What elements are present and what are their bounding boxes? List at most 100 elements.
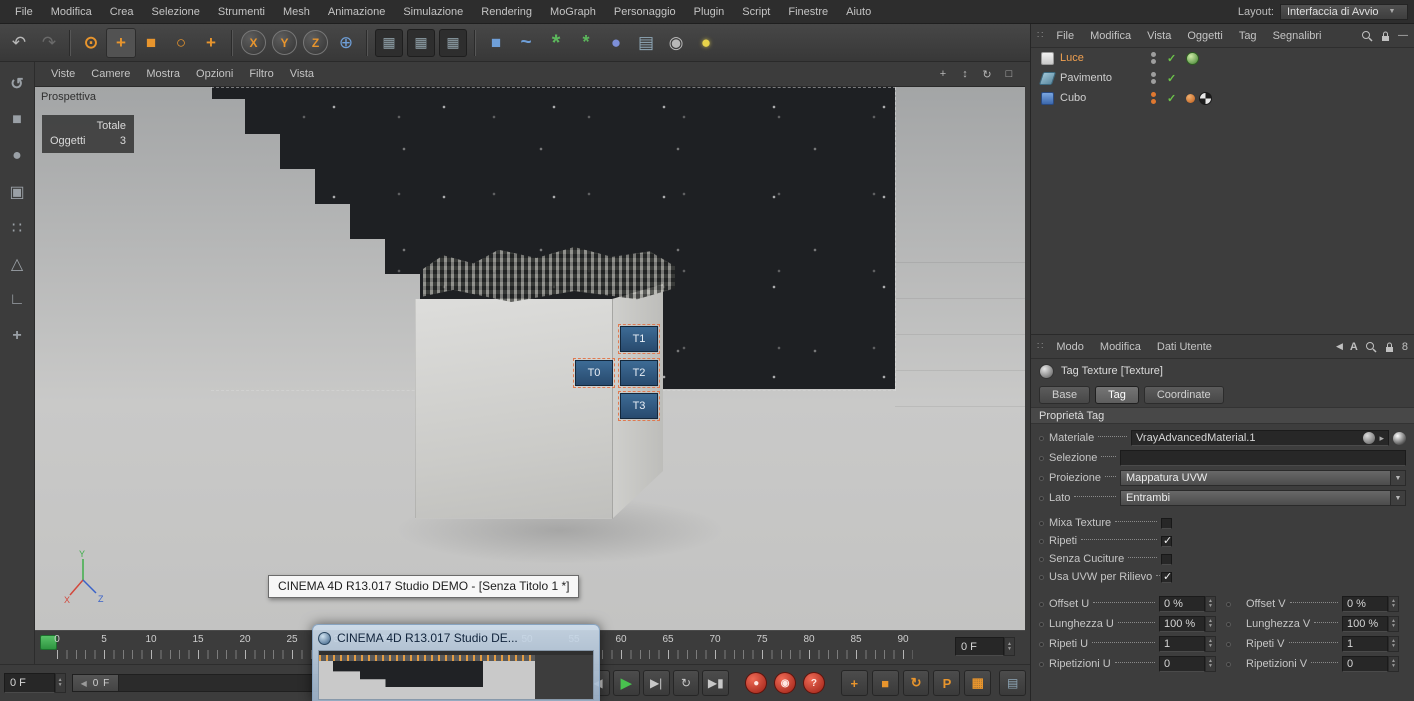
om-menu-item[interactable]: Segnalibri [1265,30,1330,42]
anim-dot-icon[interactable] [1039,661,1044,667]
redo-button[interactable]: ↷ [34,28,64,58]
material-preview-icon[interactable] [1363,432,1376,444]
material-dot-tag-icon[interactable] [1186,93,1196,103]
visibility-dots[interactable] [1151,72,1156,84]
lunghezza-u-field[interactable]: 100 % [1159,616,1205,632]
move-tool-button[interactable]: + [106,27,136,58]
viewport-menu-item[interactable]: Camere [83,68,138,80]
menubar-item[interactable]: Script [733,6,779,18]
object-row[interactable]: Luce ✓ [1031,48,1414,68]
mixa-texture-checkbox[interactable] [1161,517,1172,529]
polygon-mode-button[interactable]: △ [3,250,31,278]
play-button[interactable]: ▶ [612,670,640,696]
object-mode-button[interactable]: ▣ [3,178,31,206]
panel-handle-icon[interactable]: ∷ [1037,341,1044,352]
menubar-item[interactable]: Simulazione [394,6,472,18]
object-name[interactable]: Pavimento [1060,72,1146,84]
anim-dot-icon[interactable] [1039,641,1044,647]
goto-end-button[interactable]: ▶▮ [702,670,730,696]
autokeying-button[interactable]: ◉ [774,672,797,694]
spinner-icon[interactable] [1205,656,1216,672]
viewport-menu-item[interactable]: Vista [282,68,322,80]
menubar-item[interactable]: Selezione [143,6,209,18]
lock-icon[interactable] [1384,341,1395,353]
record-keyframe-button[interactable]: ● [745,672,768,694]
anim-dot-icon[interactable] [1226,661,1231,667]
menubar-item[interactable]: Mesh [274,6,319,18]
record-parameter-toggle[interactable]: P [933,670,961,696]
material-tag-icon[interactable] [1186,51,1200,65]
spinner-icon[interactable] [1205,636,1216,652]
x-axis-lock-button[interactable]: X [241,30,266,55]
menubar-item[interactable]: Strumenti [209,6,274,18]
om-menu-item[interactable]: Vista [1139,30,1179,42]
loop-button[interactable]: ↻ [672,670,700,696]
end-frame-field[interactable]: 0 F [955,637,1015,656]
axis-mode-button[interactable]: + [3,322,31,350]
om-menu-item[interactable]: File [1048,30,1082,42]
object-row[interactable]: Cubo ✓ [1031,88,1414,108]
coordinate-system-button[interactable]: ⊕ [331,28,361,58]
search-icon[interactable] [1361,30,1373,42]
workplane-mode-button[interactable]: ∟ [3,286,31,314]
deformer-button[interactable]: ● [601,28,631,58]
anim-dot-icon[interactable] [1226,641,1231,647]
menubar-item[interactable]: Finestre [779,6,837,18]
search-icon[interactable] [1365,341,1377,353]
menubar-item[interactable]: Rendering [472,6,541,18]
make-editable-button[interactable]: ↺ [3,70,31,98]
rotate-tool-button[interactable]: ○ [166,28,196,58]
projection-dropdown[interactable]: Mappatura UVW ▼ [1120,470,1406,486]
offset-u-field[interactable]: 0 % [1159,596,1205,612]
enabled-check-icon[interactable]: ✓ [1167,52,1176,65]
panel-handle-icon[interactable]: ∷ [1037,30,1044,41]
render-view-button[interactable]: ▦ [375,28,403,57]
om-menu-item[interactable]: Tag [1231,30,1265,42]
senza-cuciture-checkbox[interactable] [1161,553,1172,565]
viewport-menu-item[interactable]: Filtro [241,68,281,80]
menubar-item[interactable]: Animazione [319,6,394,18]
enabled-check-icon[interactable]: ✓ [1167,92,1176,105]
panel-toggle-button[interactable]: ▤ [999,670,1027,696]
anim-dot-icon[interactable] [1039,621,1044,627]
expand-arrow-icon[interactable]: ▸ [1379,433,1384,444]
text-mode-icon[interactable]: A [1350,341,1358,353]
spline-pen-button[interactable]: ~ [511,28,541,58]
scale-tool-button[interactable]: ■ [136,28,166,58]
record-position-toggle[interactable]: + [840,670,868,696]
mograph-effector-button[interactable]: * [571,28,601,58]
visibility-dots[interactable] [1151,52,1156,64]
anim-dot-icon[interactable] [1226,621,1231,627]
om-menu-item[interactable]: Oggetti [1179,30,1230,42]
timeline-slider-handle[interactable]: ◀ 0 F [72,675,120,691]
menubar-item[interactable]: File [6,6,42,18]
enabled-check-icon[interactable]: ✓ [1167,72,1176,85]
viewport-canvas[interactable]: T1 T0 T2 T3 Prospettiva Totale Oggetti 3… [35,87,1025,630]
tab-tag[interactable]: Tag [1095,386,1139,404]
camera-button[interactable]: ◉ [661,28,691,58]
ripeti-v-field[interactable]: 1 [1342,636,1388,652]
menubar-item[interactable]: MoGraph [541,6,605,18]
texture-tag-handle[interactable]: T0 [573,358,615,388]
menubar-item[interactable]: Personaggio [605,6,685,18]
texture-tag-handle[interactable]: T3 [618,391,660,421]
cube-object[interactable] [415,299,612,519]
z-axis-lock-button[interactable]: Z [303,30,328,55]
tab-base[interactable]: Base [1039,386,1091,404]
layout-dropdown[interactable]: Interfaccia di Avvio ▼ [1280,3,1408,20]
point-mode-button[interactable]: ∷ [3,214,31,242]
am-menu-item[interactable]: Modo [1048,341,1092,353]
zoom-view-icon[interactable]: ↕ [957,66,973,82]
spinner-icon[interactable] [1004,637,1015,656]
anim-dot-icon[interactable] [1039,495,1044,501]
viewport-menu-item[interactable]: Opzioni [188,68,241,80]
collapse-icon[interactable]: — [1398,30,1408,41]
last-tool-button[interactable]: + [196,28,226,58]
material-ball-icon[interactable] [1393,431,1406,445]
anim-dot-icon[interactable] [1039,538,1044,544]
next-frame-button[interactable]: ▶| [642,670,670,696]
record-pla-toggle[interactable]: ▦ [964,670,992,696]
anim-dot-icon[interactable] [1039,455,1044,461]
model-mode-button[interactable]: ■ [3,106,31,134]
record-rotation-toggle[interactable]: ↻ [902,670,930,696]
